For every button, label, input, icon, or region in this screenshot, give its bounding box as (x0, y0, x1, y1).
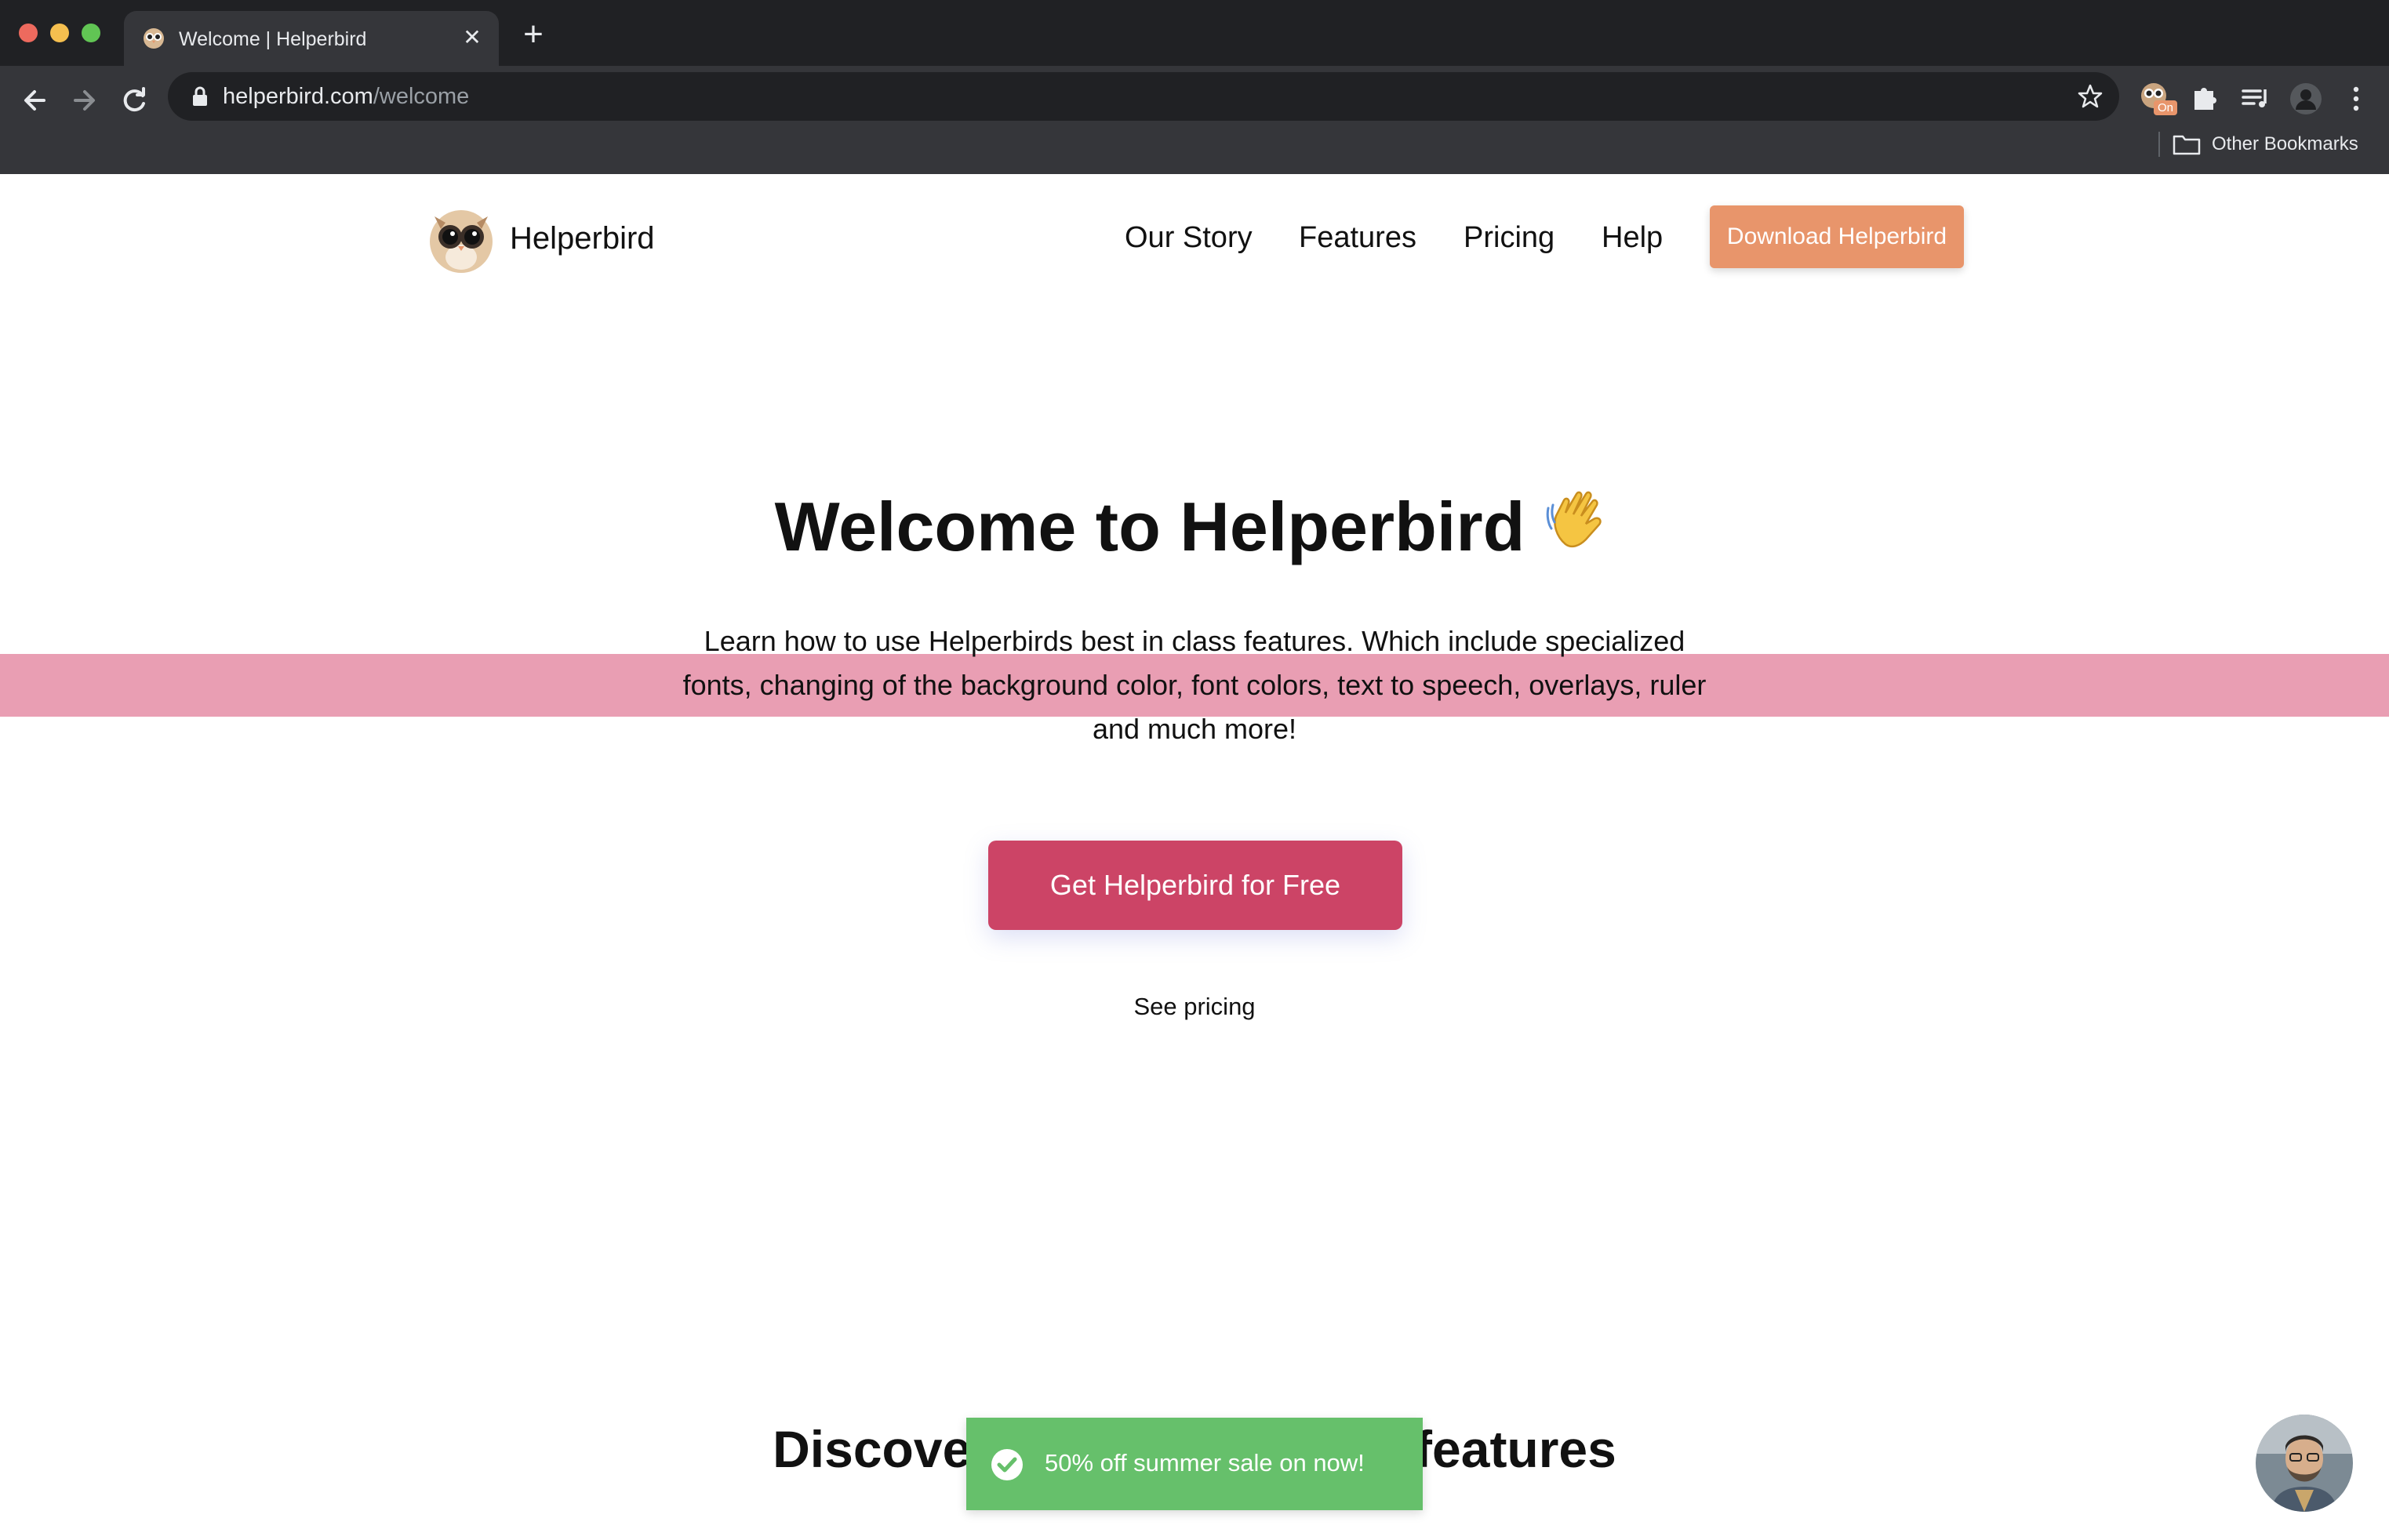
url-host: helperbird.com (223, 84, 373, 109)
browser-tab-active[interactable]: Welcome | Helperbird ✕ (124, 11, 499, 66)
bookmark-star-icon[interactable] (2075, 82, 2105, 111)
check-circle-icon (991, 1449, 1023, 1480)
window-close-button[interactable] (19, 24, 38, 42)
page-title-text: Welcome to Helperbird (774, 488, 1525, 565)
nav-link-help[interactable]: Help (1602, 221, 1663, 255)
tab-title: Welcome | Helperbird (179, 28, 367, 50)
folder-icon (2173, 135, 2201, 155)
reload-icon[interactable] (111, 77, 158, 124)
nav-link-our-story[interactable]: Our Story (1125, 221, 1253, 255)
new-tab-icon[interactable]: + (515, 17, 552, 55)
person-avatar-icon (2256, 1415, 2353, 1512)
browser-toolbar: helperbird.com/welcome On Other Bookmark… (0, 66, 2389, 187)
waving-hand-icon (1547, 491, 1602, 548)
toast-message: 50% off summer sale on now! (1045, 1449, 1365, 1476)
window-maximize-button[interactable] (82, 24, 100, 42)
window-minimize-button[interactable] (50, 24, 69, 42)
lock-icon (193, 86, 207, 106)
see-pricing-link[interactable]: See pricing (0, 993, 2389, 1021)
nav-link-features[interactable]: Features (1299, 221, 1416, 255)
hero-description: Learn how to use Helperbirds best in cla… (682, 625, 1707, 745)
download-button[interactable]: Download Helperbird (1710, 205, 1964, 268)
support-chat-avatar-button[interactable] (2256, 1415, 2353, 1512)
extension-badge: On (2154, 100, 2178, 115)
page-content: Helperbird Our Story Features Pricing He… (0, 174, 2389, 1540)
browser-tab-bar: Welcome | Helperbird ✕ + (0, 0, 2389, 66)
bookmarks-separator (2158, 132, 2160, 157)
address-bar[interactable]: helperbird.com/welcome (168, 72, 2119, 121)
helperbird-extension-icon[interactable]: On (2138, 80, 2178, 118)
owl-logo-icon[interactable] (427, 205, 496, 274)
get-helperbird-free-button[interactable]: Get Helperbird for Free (988, 841, 1402, 930)
page-title: Welcome to Helperbird (0, 485, 2389, 567)
puzzle-extensions-icon[interactable] (2187, 80, 2224, 118)
media-queue-icon[interactable] (2237, 80, 2274, 118)
forward-arrow-icon[interactable] (61, 77, 108, 124)
url-text: helperbird.com/welcome (223, 84, 469, 110)
back-arrow-icon[interactable] (11, 77, 58, 124)
profile-avatar-icon[interactable] (2287, 80, 2325, 118)
sale-toast-notification[interactable]: 50% off summer sale on now! (966, 1418, 1423, 1510)
owl-favicon-icon (144, 28, 164, 49)
brand-name[interactable]: Helperbird (510, 221, 655, 256)
other-bookmarks-link[interactable]: Other Bookmarks (2212, 133, 2358, 155)
url-path: /welcome (373, 84, 470, 109)
menu-dots-icon[interactable] (2337, 80, 2375, 118)
tab-close-icon[interactable]: ✕ (458, 24, 486, 52)
nav-link-pricing[interactable]: Pricing (1464, 221, 1554, 255)
